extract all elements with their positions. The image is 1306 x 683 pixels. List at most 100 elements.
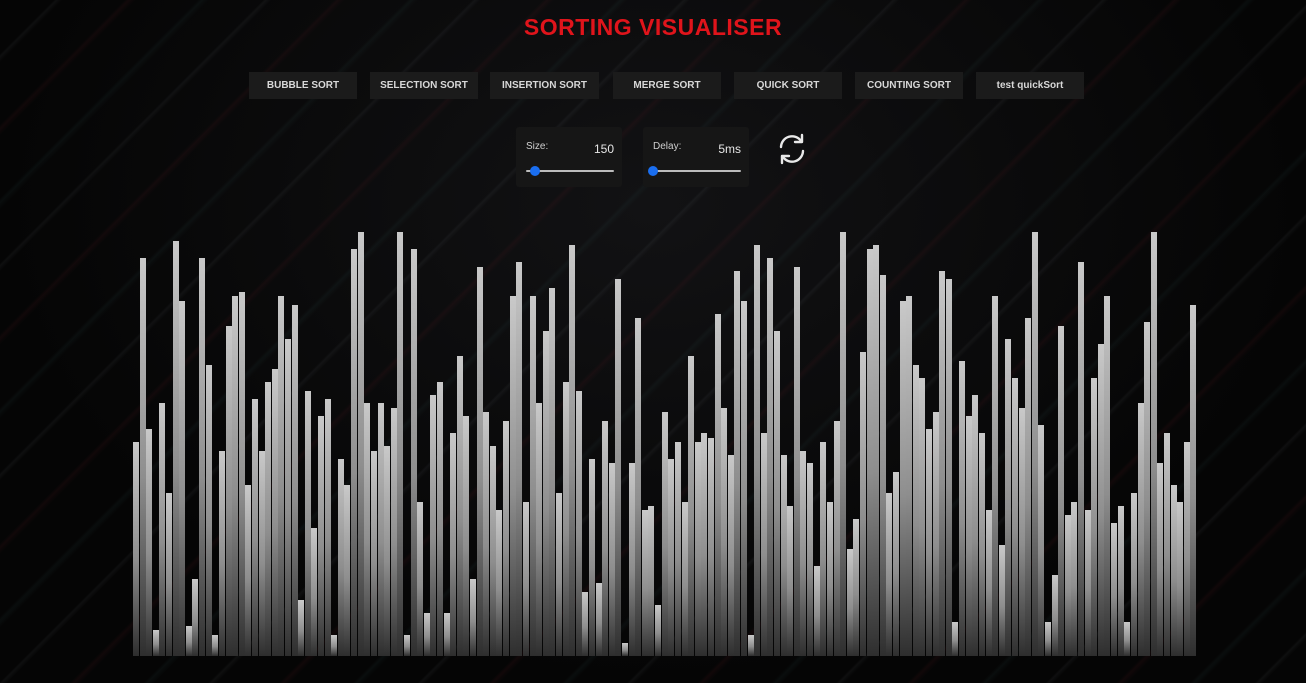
bubble-sort-button[interactable]: BUBBLE SORT (249, 72, 357, 99)
array-bar (615, 279, 622, 656)
array-bar (919, 377, 926, 656)
array-bar (205, 364, 212, 656)
algorithm-button-bar: BUBBLE SORT SELECTION SORT INSERTION SOR… (249, 72, 1084, 99)
array-bar (641, 510, 648, 656)
array-bar (886, 493, 893, 656)
counting-sort-button[interactable]: COUNTING SORT (855, 72, 963, 99)
array-bar (311, 527, 318, 656)
array-bar (767, 257, 774, 656)
selection-sort-button[interactable]: SELECTION SORT (370, 72, 478, 99)
size-value: 150 (593, 142, 614, 156)
array-bar (139, 257, 146, 656)
array-bar (734, 270, 741, 656)
array-bar (450, 433, 457, 656)
size-slider[interactable] (526, 166, 614, 176)
array-bar (866, 249, 873, 656)
array-bar (879, 275, 886, 656)
array-bar (278, 296, 285, 656)
array-bar (1170, 484, 1177, 656)
array-bar (232, 296, 239, 656)
array-bar (562, 382, 569, 656)
array-bar (760, 433, 767, 656)
array-bar (1038, 424, 1045, 656)
array-bar (331, 634, 338, 656)
array-bar (826, 501, 833, 656)
array-bar (390, 407, 397, 656)
array-bar (694, 442, 701, 656)
array-bar (509, 296, 516, 656)
array-bar (351, 249, 358, 656)
delay-control: Delay: 5ms (643, 127, 749, 187)
array-bar (754, 245, 761, 656)
array-bar (483, 412, 490, 656)
array-bar (1058, 326, 1065, 656)
size-slider-thumb[interactable] (529, 166, 540, 176)
array-bar (688, 356, 695, 656)
array-bar (939, 270, 946, 656)
array-bar (1137, 403, 1144, 656)
size-control: Size: 150 (516, 127, 622, 187)
array-bar (542, 330, 549, 656)
array-bar (859, 352, 866, 656)
array-bar (846, 549, 853, 656)
array-bar (1150, 232, 1157, 656)
test-quicksort-button[interactable]: test quickSort (976, 72, 1084, 99)
array-bar (985, 510, 992, 656)
merge-sort-button[interactable]: MERGE SORT (613, 72, 721, 99)
array-bar (377, 403, 384, 656)
array-bar (707, 437, 714, 656)
array-bar (265, 382, 272, 656)
array-bar (945, 279, 952, 656)
array-bar (569, 245, 576, 656)
array-bar (1091, 377, 1098, 656)
array-bar (285, 339, 291, 656)
array-bar (179, 300, 186, 656)
array-bar (1084, 510, 1091, 656)
array-bar (1078, 262, 1085, 656)
array-bar (423, 613, 430, 656)
insertion-sort-button[interactable]: INSERTION SORT (490, 72, 599, 99)
array-bar (324, 399, 331, 656)
array-bar (608, 463, 615, 656)
array-bar (536, 403, 543, 656)
array-bar (1064, 514, 1071, 656)
array-bar (972, 394, 979, 656)
array-bar (212, 634, 219, 656)
array-bar (172, 240, 179, 656)
array-bar (1025, 317, 1032, 656)
array-bar (1163, 433, 1170, 656)
array-bar (793, 266, 800, 656)
array-bar (522, 501, 529, 656)
array-bar (893, 471, 899, 656)
delay-slider-thumb[interactable] (648, 166, 658, 176)
array-bar (489, 446, 496, 656)
array-bar (384, 446, 391, 656)
page-title: SORTING VISUALISER (523, 14, 783, 40)
array-bar (774, 330, 781, 656)
array-bar (589, 459, 595, 656)
array-bar (146, 429, 153, 656)
array-bar (258, 450, 265, 656)
array-bar (443, 613, 450, 656)
array-bar (906, 296, 913, 656)
array-bar (926, 429, 933, 656)
array-bar (674, 442, 681, 656)
array-bar (899, 300, 906, 656)
array-bar (549, 287, 556, 656)
array-bar (192, 578, 199, 656)
reset-array-button[interactable] (774, 131, 810, 167)
array-bar (251, 399, 258, 656)
array-bar (820, 442, 827, 656)
array-bar (397, 232, 404, 656)
array-bar (727, 454, 734, 656)
delay-slider[interactable] (648, 166, 741, 176)
array-bar (998, 544, 1005, 656)
array-bar (1157, 463, 1164, 656)
array-bar (430, 394, 437, 656)
array-bar (185, 626, 192, 656)
array-bar (271, 369, 278, 656)
array-bar (1190, 305, 1197, 656)
quick-sort-button[interactable]: QUICK SORT (734, 72, 842, 99)
array-bar (370, 450, 377, 656)
size-label: Size: (526, 141, 549, 152)
